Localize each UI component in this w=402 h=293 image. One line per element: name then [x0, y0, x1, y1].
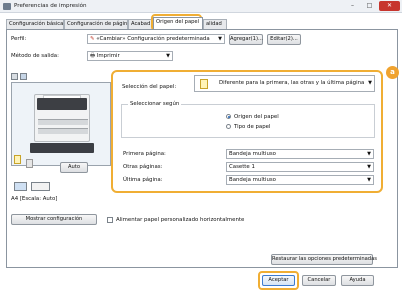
annotation-badge: a — [386, 66, 399, 79]
output-method-select[interactable]: 🖶 Imprimir ▼ — [87, 51, 173, 61]
chevron-down-icon: ▼ — [367, 164, 371, 170]
profile-label: Perfil: — [11, 36, 27, 42]
title-bar: Preferencias de impresión – □ ✕ — [0, 0, 402, 13]
window-title: Preferencias de impresión — [14, 3, 87, 9]
edit-profile-button[interactable]: Editar(2)... — [267, 34, 301, 45]
output-method-value: Imprimir — [96, 53, 120, 59]
other-pages-select[interactable]: Casette 1 ▼ — [226, 162, 374, 172]
restore-defaults-button[interactable]: Restaurar las opciones predeterminadas — [271, 254, 377, 265]
tab-basic-config[interactable]: Configuración básica — [6, 19, 64, 29]
paper-selection-value: Diferente para la primera, las otras y l… — [219, 80, 365, 86]
chevron-down-icon: ▼ — [368, 80, 372, 86]
radio-paper-type-label: Tipo de papel — [234, 124, 271, 130]
last-page-select[interactable]: Bandeja multiuso ▼ — [226, 175, 374, 185]
printer-base — [30, 143, 94, 153]
paper-size-caption: A4 [Escala: Auto] — [11, 196, 58, 202]
radio-paper-source[interactable] — [226, 114, 231, 119]
select-by-group — [121, 104, 375, 138]
help-button[interactable]: Ayuda — [341, 275, 374, 286]
paper-selection-label: Selección del papel: — [122, 84, 177, 90]
tab-page-config[interactable]: Configuración de página — [64, 19, 128, 29]
paper-side-icon — [26, 159, 33, 168]
chevron-down-icon: ▼ — [367, 151, 371, 157]
printer-icon: 🖶 — [90, 53, 97, 59]
chevron-down-icon: ▼ — [166, 53, 170, 59]
show-config-button[interactable]: Mostrar configuración — [11, 214, 97, 225]
first-page-label: Primera página: — [123, 151, 166, 157]
cancel-button[interactable]: Cancelar — [302, 275, 336, 286]
accept-highlight — [258, 271, 299, 290]
radio-paper-type[interactable] — [226, 124, 231, 129]
custom-paper-checkbox[interactable] — [107, 217, 113, 223]
layout-toggle-icon[interactable] — [20, 73, 27, 80]
profile-select[interactable]: ✎ «Cambiar» Configuración predeterminada… — [87, 34, 225, 44]
minimize-button[interactable]: – — [344, 1, 361, 11]
first-page-value: Bandeja multiuso — [229, 151, 276, 157]
first-page-select[interactable]: Bandeja multiuso ▼ — [226, 149, 374, 159]
chevron-down-icon: ▼ — [367, 177, 371, 183]
output-method-label: Método de salida: — [11, 53, 59, 59]
paper-stack-icon — [14, 155, 21, 164]
auto-button[interactable]: Auto — [60, 162, 88, 173]
paper-orientation-icon[interactable] — [14, 182, 27, 191]
multi-paper-icon — [200, 79, 208, 89]
custom-paper-label: Alimentar papel personalizado horizontal… — [116, 217, 245, 223]
page-order-icon[interactable] — [31, 182, 50, 191]
radio-paper-source-label: Origen del papel — [234, 114, 279, 120]
printer-tray-2 — [38, 128, 88, 134]
printer-app-icon — [3, 3, 11, 10]
tab-quality[interactable]: alidad — [203, 19, 227, 29]
other-pages-label: Otras páginas: — [123, 164, 163, 170]
other-pages-value: Casette 1 — [229, 164, 255, 170]
print-preferences-window: Preferencias de impresión – □ ✕ Configur… — [0, 0, 402, 293]
last-page-label: Última página: — [123, 177, 163, 183]
printer-illustration — [34, 94, 90, 142]
printer-top-panel — [37, 98, 87, 110]
maximize-button[interactable]: □ — [361, 1, 378, 11]
add-profile-button[interactable]: Agregar(1)... — [229, 34, 263, 45]
tab-paper-source[interactable]: Origen del papel — [153, 17, 203, 29]
printer-preview — [11, 82, 111, 166]
last-page-value: Bandeja multiuso — [229, 177, 276, 183]
printer-tray-1 — [38, 119, 88, 125]
paper-selection-select[interactable]: Diferente para la primera, las otras y l… — [194, 75, 375, 92]
preview-toggle-icon[interactable] — [11, 73, 18, 80]
select-by-title: Seleccionar según — [128, 101, 182, 107]
profile-value: «Cambiar» Configuración predeterminada — [96, 36, 210, 42]
close-button[interactable]: ✕ — [379, 1, 400, 11]
chevron-down-icon: ▼ — [218, 36, 222, 42]
